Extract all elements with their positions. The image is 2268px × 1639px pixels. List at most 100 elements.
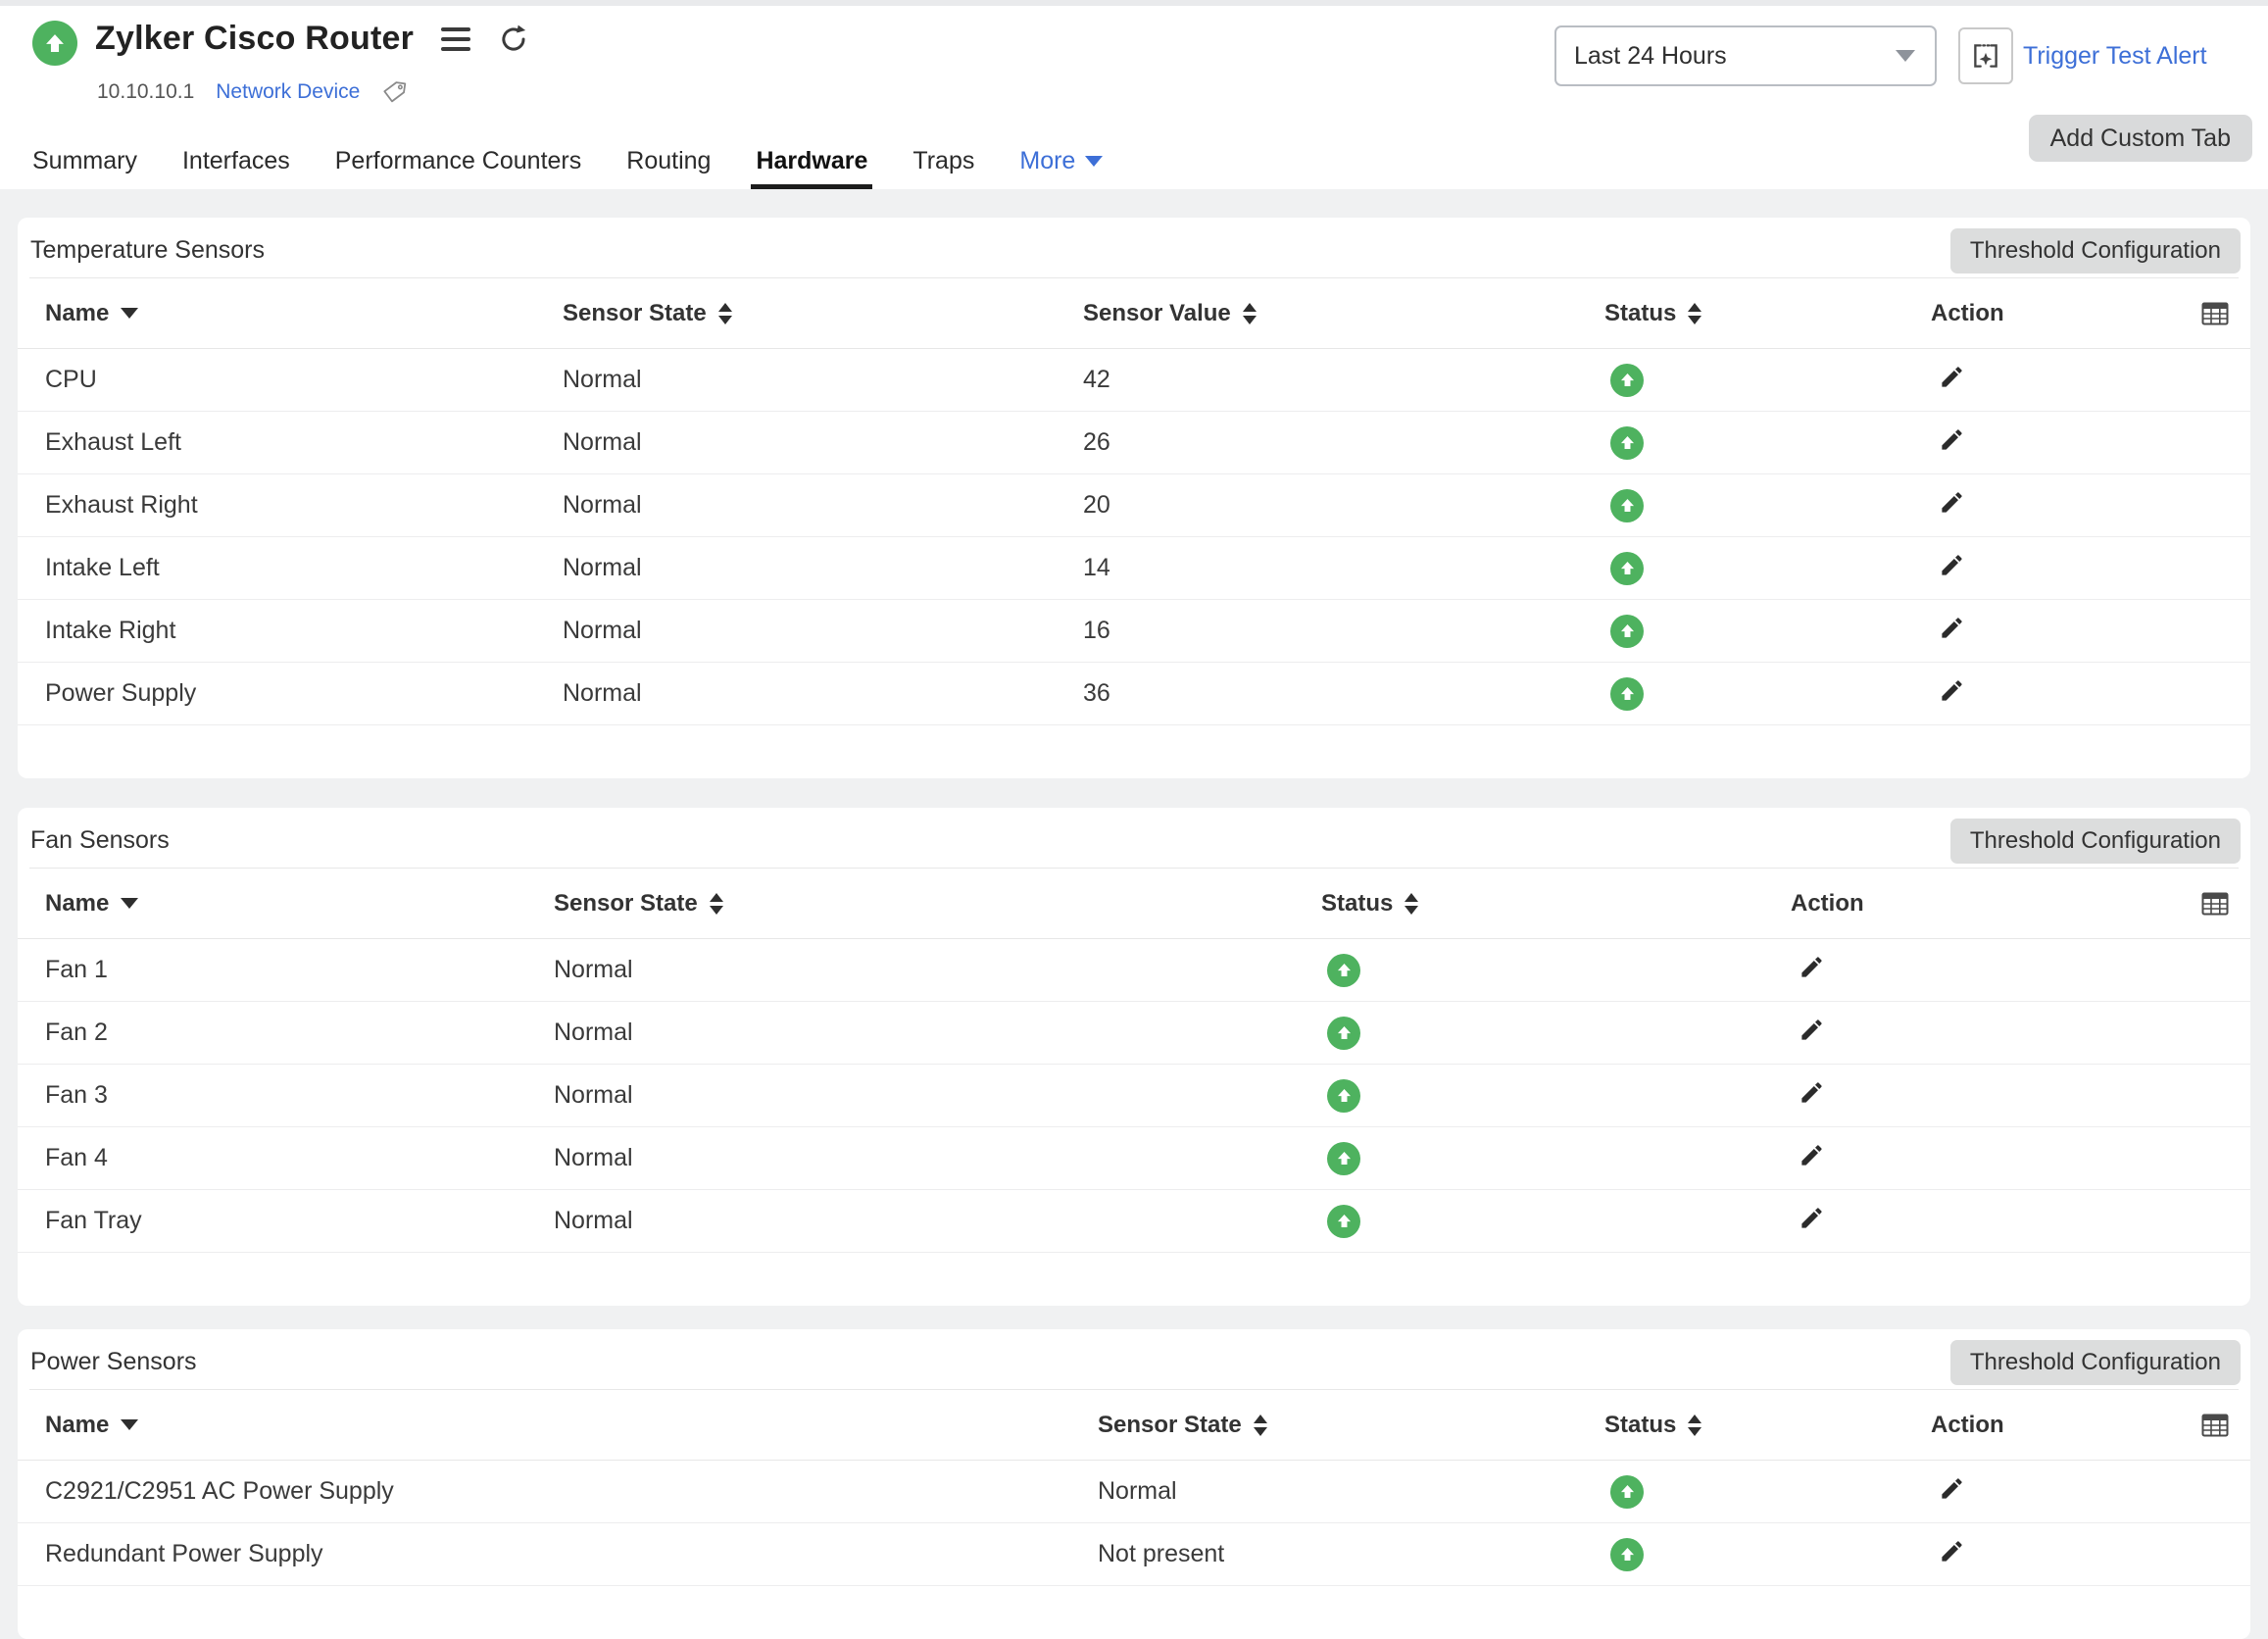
column-chooser-icon[interactable] — [2201, 302, 2229, 325]
edit-icon[interactable] — [1939, 364, 1965, 390]
column-header-status[interactable]: Status — [1604, 1412, 1931, 1439]
fan-name-cell: Fan 4 — [45, 1144, 554, 1172]
edit-icon[interactable] — [1799, 1017, 1825, 1043]
table-header-row: NameSensor StateStatusAction — [18, 869, 2250, 939]
table-row: Fan TrayNormal — [18, 1190, 2250, 1253]
edit-icon[interactable] — [1939, 1538, 1965, 1564]
status-up-icon — [1610, 1538, 1644, 1571]
threshold-configuration-button[interactable]: Threshold Configuration — [1950, 1340, 2241, 1385]
tag-icon[interactable] — [381, 78, 408, 105]
capture-icon-button[interactable] — [1958, 27, 2013, 84]
device-category-link[interactable]: Network Device — [216, 80, 360, 104]
fan-name-cell: Fan Tray — [45, 1207, 554, 1235]
tab-performance-counters[interactable]: Performance Counters — [330, 147, 587, 189]
fan-state-cell: Normal — [554, 1018, 1321, 1047]
column-header-sensor-state[interactable]: Sensor State — [554, 890, 1321, 918]
edit-icon[interactable] — [1799, 1142, 1825, 1168]
time-range-select[interactable]: Last 24 Hours — [1554, 25, 1937, 86]
threshold-configuration-button[interactable]: Threshold Configuration — [1950, 819, 2241, 864]
sort-down-arrow — [1243, 316, 1257, 324]
column-label: Sensor State — [1098, 1412, 1242, 1439]
edit-icon[interactable] — [1939, 552, 1965, 578]
section-card-temperature: Temperature SensorsThreshold Configurati… — [18, 218, 2250, 778]
table-row: Fan 1Normal — [18, 939, 2250, 1002]
status-cell — [1321, 1017, 1791, 1050]
action-cell — [1791, 1142, 2166, 1175]
threshold-configuration-button[interactable]: Threshold Configuration — [1950, 228, 2241, 273]
column-header-name[interactable]: Name — [45, 890, 554, 918]
sort-up-arrow — [718, 303, 732, 312]
tab-label: Routing — [626, 147, 711, 175]
tab-interfaces[interactable]: Interfaces — [177, 147, 295, 189]
header-controls: Last 24 Hours Trigger Test Alert — [1554, 25, 2207, 86]
add-custom-tab-button[interactable]: Add Custom Tab — [2029, 115, 2252, 162]
table-row: CPUNormal42 — [18, 349, 2250, 412]
temperature-state-cell: Normal — [563, 554, 1083, 582]
chevron-down-icon — [1896, 50, 1915, 62]
status-up-icon — [1610, 364, 1644, 397]
status-cell — [1604, 677, 1931, 711]
temperature-name-cell: Exhaust Left — [45, 428, 563, 457]
status-cell — [1321, 1205, 1791, 1238]
action-cell — [1931, 1538, 2166, 1571]
status-up-icon — [1610, 615, 1644, 648]
status-cell — [1604, 552, 1931, 585]
column-header-name[interactable]: Name — [45, 1412, 1098, 1439]
table-header-row: Name Sensor StateSensor ValueStatusAction — [18, 278, 2250, 349]
tab-summary[interactable]: Summary — [27, 147, 142, 189]
sort-down-arrow — [1254, 1427, 1267, 1436]
column-label: Name — [45, 300, 109, 327]
column-chooser-icon[interactable] — [2201, 1414, 2229, 1437]
temperature-state-cell: Normal — [563, 617, 1083, 645]
column-header-sensor-state[interactable]: Sensor State — [1098, 1412, 1604, 1439]
column-header-status[interactable]: Status — [1321, 890, 1791, 918]
edit-icon[interactable] — [1939, 426, 1965, 453]
column-header-sensor-value[interactable]: Sensor Value — [1083, 300, 1604, 327]
temperature-state-cell: Normal — [563, 679, 1083, 708]
status-up-icon — [1327, 1142, 1360, 1175]
edit-icon[interactable] — [1939, 1475, 1965, 1502]
column-label: Action — [1931, 1412, 2004, 1439]
edit-icon[interactable] — [1939, 677, 1965, 704]
status-up-icon — [1327, 1079, 1360, 1113]
edit-icon[interactable] — [1939, 615, 1965, 641]
edit-icon[interactable] — [1799, 1079, 1825, 1106]
column-chooser-icon[interactable] — [2201, 892, 2229, 916]
trigger-test-alert-link[interactable]: Trigger Test Alert — [2023, 42, 2207, 71]
temperature-state-cell: Normal — [563, 428, 1083, 457]
tab-routing[interactable]: Routing — [621, 147, 715, 189]
device-subrow: 10.10.10.1 Network Device — [97, 78, 408, 105]
content: Temperature SensorsThreshold Configurati… — [0, 189, 2268, 1639]
table-row: Fan 4Normal — [18, 1127, 2250, 1190]
column-header-status[interactable]: Status — [1604, 300, 1931, 327]
status-up-icon — [1610, 1475, 1644, 1509]
sort-desc-icon — [121, 308, 138, 319]
action-cell — [1791, 1017, 2166, 1050]
edit-icon[interactable] — [1799, 1205, 1825, 1231]
sort-desc-icon — [121, 898, 138, 909]
section-card-power: Power SensorsThreshold ConfigurationName… — [18, 1329, 2250, 1639]
column-label: Sensor State — [554, 890, 698, 918]
temperature-name-cell: CPU — [45, 366, 563, 394]
temperature-name-cell: Power Supply — [45, 679, 563, 708]
column-header-sensor-state[interactable]: Sensor State — [563, 300, 1083, 327]
action-cell — [1791, 1205, 2166, 1238]
table-row: Fan 2Normal — [18, 1002, 2250, 1065]
table-row: C2921/C2951 AC Power SupplyNormal — [18, 1461, 2250, 1523]
column-header-action: Action — [1931, 300, 2166, 327]
power-name-cell: C2921/C2951 AC Power Supply — [45, 1477, 1098, 1506]
power-state-cell: Normal — [1098, 1477, 1604, 1506]
refresh-icon[interactable] — [498, 23, 531, 56]
column-header-action: Action — [1931, 1412, 2166, 1439]
action-cell — [1931, 364, 2166, 397]
device-title: Zylker Cisco Router — [95, 20, 414, 58]
edit-icon[interactable] — [1939, 489, 1965, 516]
column-header-name[interactable]: Name — [45, 300, 563, 327]
tab-traps[interactable]: Traps — [908, 147, 979, 189]
menu-icon[interactable] — [441, 27, 470, 51]
sort-icon — [1254, 1415, 1267, 1436]
tab-more[interactable]: More — [1014, 147, 1108, 189]
tab-hardware[interactable]: Hardware — [751, 147, 872, 189]
section-card-fan: Fan SensorsThreshold ConfigurationNameSe… — [18, 808, 2250, 1306]
edit-icon[interactable] — [1799, 954, 1825, 980]
